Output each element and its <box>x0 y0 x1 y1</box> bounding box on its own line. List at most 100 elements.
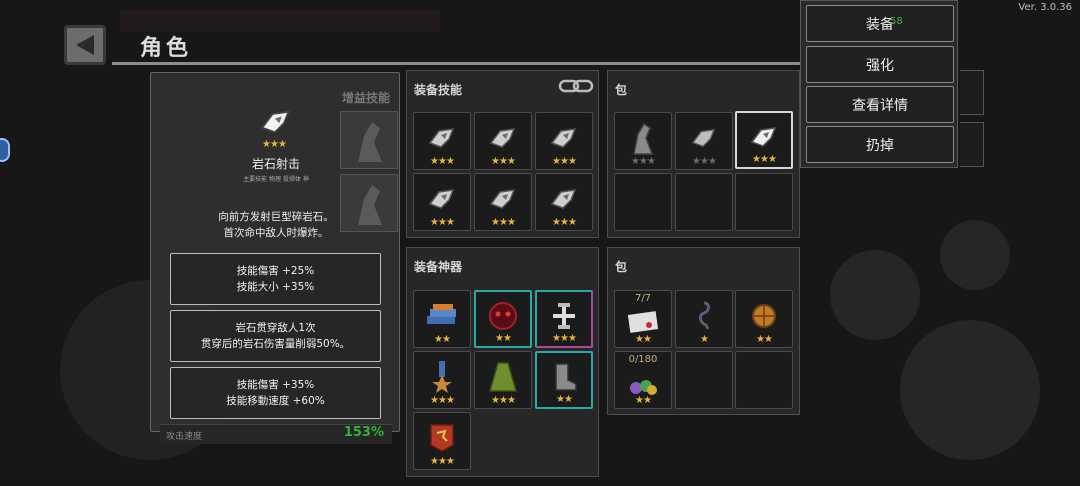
discard-button[interactable]: 扔掉 <box>806 126 954 163</box>
artifact-bag-slot[interactable]: 0/180 ★★ <box>614 351 672 409</box>
rock-skill-icon <box>691 128 716 147</box>
slot-stars: ★★ <box>434 334 451 345</box>
view-details-button[interactable]: 查看详情 <box>806 86 954 123</box>
equip-artifact-slot[interactable]: ★★★ <box>535 290 593 348</box>
artifact-bag-slot[interactable]: 7/7 ★★ <box>614 290 672 348</box>
upgrade-button[interactable]: 强化 <box>806 46 954 83</box>
equip-skill-slot[interactable]: ★★★ <box>535 112 593 170</box>
slot-stars: ★★ <box>635 395 652 406</box>
upgrade-tier-1: 技能傷害 +25% 技能大小 +35% <box>170 253 381 305</box>
hidden-panel-edge <box>960 122 984 167</box>
stat-label: 攻击速度 <box>166 432 203 442</box>
version-label: Ver. 3.0.36 <box>1018 2 1072 13</box>
rock-skill-icon <box>750 126 777 147</box>
skill-bag-slot[interactable]: ★★★ <box>675 112 733 170</box>
equip-artifact-slot[interactable]: ★★★ <box>474 351 532 409</box>
artifact-bag-title: 包 <box>615 260 628 274</box>
skill-bag-slot-selected[interactable]: ★★★ <box>735 111 793 169</box>
shield-icon <box>752 303 776 328</box>
background-gem-bar <box>120 10 440 32</box>
slot-stars: ★★ <box>556 394 573 405</box>
skill-bag-empty-slot[interactable] <box>614 173 672 231</box>
cloak-icon <box>489 361 517 392</box>
skill-stars: ★★★ <box>262 139 287 150</box>
skill-bag-empty-slot[interactable] <box>675 173 733 231</box>
skill-description: 向前方发射巨型碎岩石。 首次命中敌人时爆炸。 <box>218 211 334 239</box>
artifact-bag-empty-slot[interactable] <box>735 351 793 409</box>
equip-badge: 58 <box>890 16 903 27</box>
slot-stars: ★★★ <box>552 333 577 344</box>
artifact-bag-slot[interactable]: ★ <box>675 290 733 348</box>
stat-value: 153% <box>343 425 384 440</box>
equip-skill-slot[interactable]: ★★★ <box>413 173 471 231</box>
skill-bag-title: 包 <box>615 83 628 97</box>
slot-stars: ★★★ <box>552 217 577 228</box>
back-arrow-icon <box>76 35 94 55</box>
rock-skill-icon <box>428 188 455 209</box>
equip-artifacts-title: 装备神器 <box>414 260 463 274</box>
equip-skill-slot[interactable]: ★★★ <box>535 173 593 231</box>
page-title: 角色 <box>140 36 193 61</box>
attack-speed-stat-row: 攻击速度 153% <box>160 424 392 444</box>
equip-artifact-slot[interactable]: ★★★ <box>413 351 471 409</box>
artifact-bag-slot[interactable]: ★★ <box>735 290 793 348</box>
slot-count: 7/7 <box>634 293 652 304</box>
slot-stars: ★★ <box>756 334 773 345</box>
background-skill-button <box>940 220 1010 290</box>
background-attack-button <box>900 320 1040 460</box>
artifact-bag-empty-slot[interactable] <box>675 351 733 409</box>
skill-bag-slot[interactable]: ★★★ <box>614 112 672 170</box>
title-divider <box>112 62 812 65</box>
slot-stars: ★★★ <box>692 156 717 167</box>
equip-artifact-slot[interactable]: ★★ <box>474 290 532 348</box>
slot-stars: ★★★ <box>752 154 777 165</box>
demon-icon <box>489 301 517 330</box>
letter-icon <box>627 311 659 334</box>
slot-stars: ★★★ <box>631 156 656 167</box>
slot-stars: ★★★ <box>430 217 455 228</box>
rock-skill-icon <box>428 127 455 148</box>
equip-button[interactable]: 装备 <box>806 5 954 42</box>
skill-name: 岩石射击 <box>251 157 300 171</box>
background-dash-button <box>830 250 920 340</box>
slot-stars: ★★★ <box>430 456 455 467</box>
upgrade-tier-3: 技能傷害 +35% 技能移動速度 +60% <box>170 367 381 419</box>
slot-stars: ★★★ <box>430 156 455 167</box>
slot-stars: ★★★ <box>491 156 516 167</box>
slot-stars: ★★★ <box>430 395 455 406</box>
slot-stars: ★★ <box>495 333 512 344</box>
hook-icon <box>698 301 710 330</box>
side-menu-handle[interactable] <box>0 138 10 162</box>
equip-artifact-slot[interactable]: ★★ <box>413 290 471 348</box>
equip-skill-slot[interactable]: ★★★ <box>413 112 471 170</box>
equip-artifact-slot[interactable]: ★★★ <box>413 412 471 470</box>
buff-skills-label: 增益技能 <box>342 91 391 105</box>
rock-skill-icon <box>261 110 290 134</box>
medal-icon <box>432 360 452 393</box>
slot-stars: ★★★ <box>552 156 577 167</box>
hidden-panel-edge <box>960 70 984 115</box>
rock-skill-icon <box>489 188 516 209</box>
skill-tags: 主要技能 物理 投掷体 神 <box>243 176 309 183</box>
slot-stars: ★★ <box>635 334 652 345</box>
slot-stars: ★★★ <box>491 395 516 406</box>
equip-skill-slot[interactable]: ★★★ <box>474 112 532 170</box>
books-icon <box>427 303 456 324</box>
link-icon[interactable] <box>558 76 594 96</box>
potions-icon <box>630 380 657 396</box>
boots-icon <box>555 363 577 391</box>
slot-count: 0/180 <box>628 354 658 365</box>
back-button[interactable] <box>64 25 106 65</box>
equip-skills-title: 装备技能 <box>414 83 463 97</box>
item-context-menu: 装备 强化 查看详情 扔掉 <box>800 0 958 168</box>
skill-bag-empty-slot[interactable] <box>735 173 793 231</box>
rock-skill-icon <box>550 188 577 209</box>
skill-detail-panel: 增益技能 ★★★ 岩石射击 主要技能 物理 投掷体 神 向前方发射巨型碎岩石。 … <box>150 72 400 432</box>
equip-artifact-slot[interactable]: ★★ <box>535 351 593 409</box>
slot-stars: ★ <box>700 334 709 345</box>
upgrade-tier-2: 岩石贯穿敌人1次 贯穿后的岩石伤害量削弱50%。 <box>170 310 381 362</box>
rock-skill-icon <box>550 127 577 148</box>
slot-stars: ★★★ <box>491 217 516 228</box>
rock-skill-icon <box>489 127 516 148</box>
equip-skill-slot[interactable]: ★★★ <box>474 173 532 231</box>
